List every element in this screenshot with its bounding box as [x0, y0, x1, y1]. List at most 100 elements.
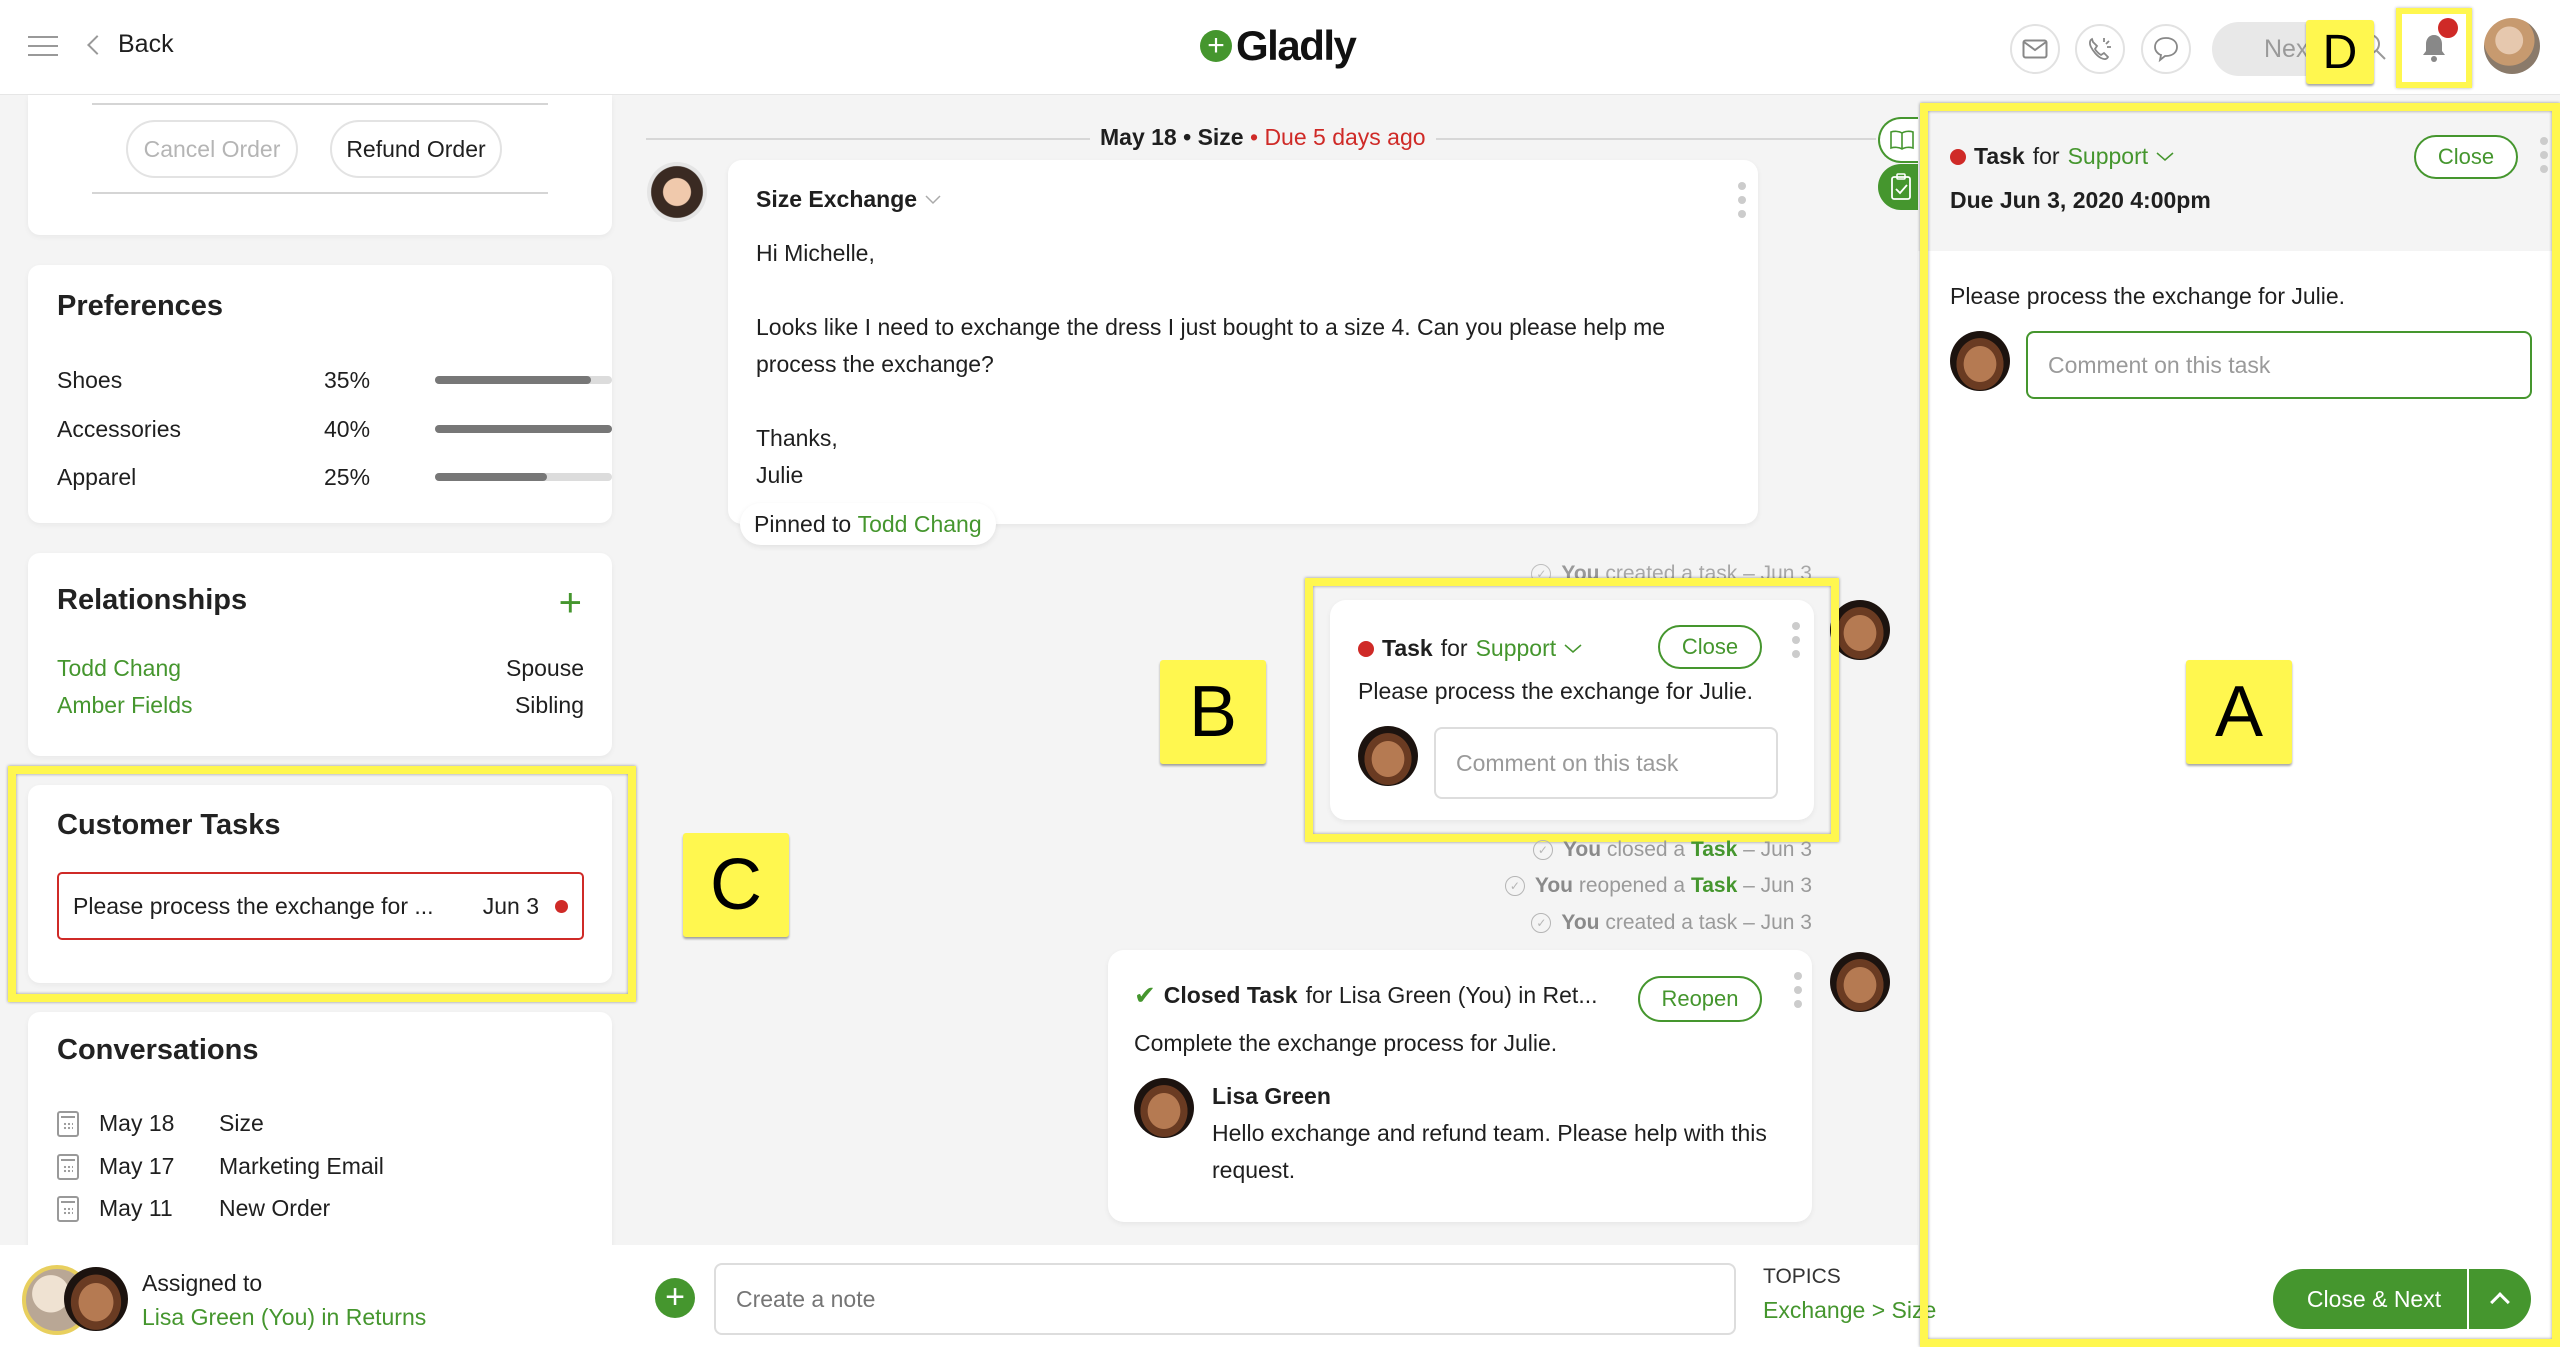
task-text: Please process the exchange for ...	[73, 892, 434, 919]
user-avatar[interactable]	[2484, 18, 2540, 74]
topics-value-link[interactable]: Exchange > Size	[1763, 1297, 1936, 1324]
assignee-name: Lisa Green (You) in Returns	[142, 1304, 427, 1330]
refund-order-button[interactable]: Refund Order	[330, 120, 502, 178]
preference-percent: 35%	[324, 366, 371, 393]
topics: TOPICS Exchange > Size	[1763, 1265, 1936, 1324]
chat-icon	[2154, 37, 2178, 63]
message-subject[interactable]: Size Exchange	[756, 186, 1730, 213]
pinned-badge: Pinned to Todd Chang	[740, 503, 996, 545]
conversation-date: May 18	[99, 1110, 175, 1136]
reopen-button[interactable]: Reopen	[1638, 976, 1762, 1022]
agent-avatar	[64, 1267, 128, 1331]
conversation-row[interactable]: May 18 Size	[57, 1110, 264, 1137]
close-task-button[interactable]: Close	[1658, 625, 1762, 669]
notifications-button[interactable]	[2396, 8, 2472, 88]
annotation-label-c: C	[683, 833, 789, 937]
preference-bar	[435, 473, 612, 481]
divider	[92, 192, 548, 194]
open-status-dot-icon	[1358, 640, 1374, 657]
top-bar: Back + Gladly Next D	[0, 0, 2560, 95]
annotation-label-b: B	[1160, 660, 1266, 764]
comment-text: Hello exchange and refund team. Please h…	[1212, 1120, 1767, 1183]
relationship-name-link[interactable]: Todd Chang	[57, 655, 181, 682]
add-relationship-button[interactable]: +	[559, 581, 582, 626]
task-team-dropdown[interactable]: Support	[1476, 635, 1583, 662]
chevron-up-icon	[2490, 1292, 2510, 1312]
back-button[interactable]: Back	[87, 30, 174, 59]
closed-task-card: ✔ Closed Task for Lisa Green (You) in Re…	[1108, 950, 1812, 1222]
activity-row: ✓ You closed a Task – Jun 3	[1532, 838, 1812, 862]
plus-icon: +	[665, 1278, 685, 1316]
customer-task-item[interactable]: Please process the exchange for ... Jun …	[57, 872, 584, 940]
conversation-row[interactable]: May 11 New Order	[57, 1195, 330, 1222]
gladly-logo: + Gladly	[1200, 22, 1357, 70]
task-description: Please process the exchange for Julie.	[1950, 283, 2346, 309]
check-circle-icon: ✓	[1531, 913, 1552, 933]
closed-task-header: ✔ Closed Task for Lisa Green (You) in Re…	[1134, 980, 1598, 1011]
close-and-next-button[interactable]: Close & Next	[2273, 1269, 2531, 1329]
check-circle-icon: ✓	[1532, 840, 1553, 860]
phone-icon	[2089, 37, 2111, 60]
relationship-name-link[interactable]: Amber Fields	[57, 692, 192, 719]
message-signature: Julie	[756, 462, 804, 488]
preferences-card: Preferences Shoes 35% Accessories 40% Ap…	[28, 265, 612, 523]
conversation-date: May 11	[99, 1195, 173, 1221]
topics-label: TOPICS	[1763, 1265, 1841, 1288]
day-header: May 18 • Size • Due 5 days ago	[1090, 124, 1436, 151]
subject-text: Size Exchange	[756, 186, 918, 212]
check-circle-icon: ✓	[1531, 564, 1552, 584]
task-team-dropdown[interactable]: Support	[2068, 143, 2175, 170]
activity-text: reopened a	[1578, 874, 1686, 897]
task-for: for	[2032, 143, 2060, 169]
preference-label: Accessories	[57, 415, 181, 442]
plus-icon: +	[558, 581, 582, 625]
chat-button[interactable]	[2141, 24, 2191, 74]
task-team: Support	[1475, 635, 1557, 661]
conversation-topic: Size	[219, 1110, 264, 1136]
activity-row: ✓ You reopened a Task – Jun 3	[1504, 874, 1812, 898]
cancel-order-button[interactable]: Cancel Order	[126, 120, 298, 178]
email-icon	[2022, 39, 2048, 59]
activity-text: closed a	[1606, 838, 1686, 861]
relationship-type: Spouse	[505, 655, 584, 681]
preference-percent: 40%	[324, 415, 371, 442]
assignment-info[interactable]: Assigned to Lisa Green (You) in Returns	[22, 1265, 426, 1335]
pinned-label: Pinned to	[754, 510, 852, 537]
phone-button[interactable]	[2075, 24, 2125, 74]
relationships-card: Relationships + Todd Chang Spouse Amber …	[28, 553, 612, 756]
activity-created-task: ✓ You created a task – Jun 3	[1531, 562, 1812, 586]
day-topic: Size	[1197, 124, 1244, 150]
check-circle-icon: ✓	[1504, 876, 1525, 896]
conversation-row[interactable]: May 17 Marketing Email	[57, 1153, 384, 1180]
task-more-menu[interactable]	[1792, 622, 1800, 658]
assigned-label: Assigned to	[142, 1270, 263, 1296]
menu-icon[interactable]	[28, 36, 58, 58]
agent-avatar	[1830, 600, 1890, 660]
create-note-input[interactable]	[714, 1263, 1736, 1335]
activity-task-link[interactable]: Task	[1691, 874, 1737, 897]
activity-actor: You	[1561, 911, 1600, 934]
customer-tasks-card: Customer Tasks Please process the exchan…	[28, 785, 612, 983]
task-description: Please process the exchange for Julie.	[1358, 678, 1754, 704]
close-next-menu-toggle[interactable]	[2469, 1289, 2531, 1312]
task-panel-more-menu[interactable]	[2540, 137, 2548, 173]
agent-avatar	[1358, 726, 1418, 786]
logo-plus-icon: +	[1200, 30, 1232, 62]
activity-task-link[interactable]: Task	[1691, 838, 1737, 861]
close-task-button[interactable]: Close	[2414, 135, 2518, 179]
pinned-to-link[interactable]: Todd Chang	[858, 511, 982, 538]
message-signoff: Thanks,	[756, 425, 838, 451]
closed-task-more-menu[interactable]	[1794, 972, 1802, 1008]
day-date: May 18	[1100, 124, 1177, 150]
task-comment: Lisa Green Hello exchange and refund tea…	[1212, 1078, 1772, 1189]
preference-bar-fill	[435, 425, 612, 433]
task-comment-input[interactable]	[1434, 727, 1778, 799]
message-more-menu[interactable]	[1738, 182, 1746, 218]
email-button[interactable]	[2010, 24, 2060, 74]
relationships-title: Relationships	[57, 584, 248, 616]
activity-row: ✓ You created a task – Jun 3	[1531, 911, 1812, 935]
preference-bar-fill	[435, 376, 591, 384]
annotation-label-d: D	[2306, 20, 2374, 84]
task-comment-input[interactable]	[2026, 331, 2532, 399]
add-note-button[interactable]: +	[655, 1278, 695, 1318]
